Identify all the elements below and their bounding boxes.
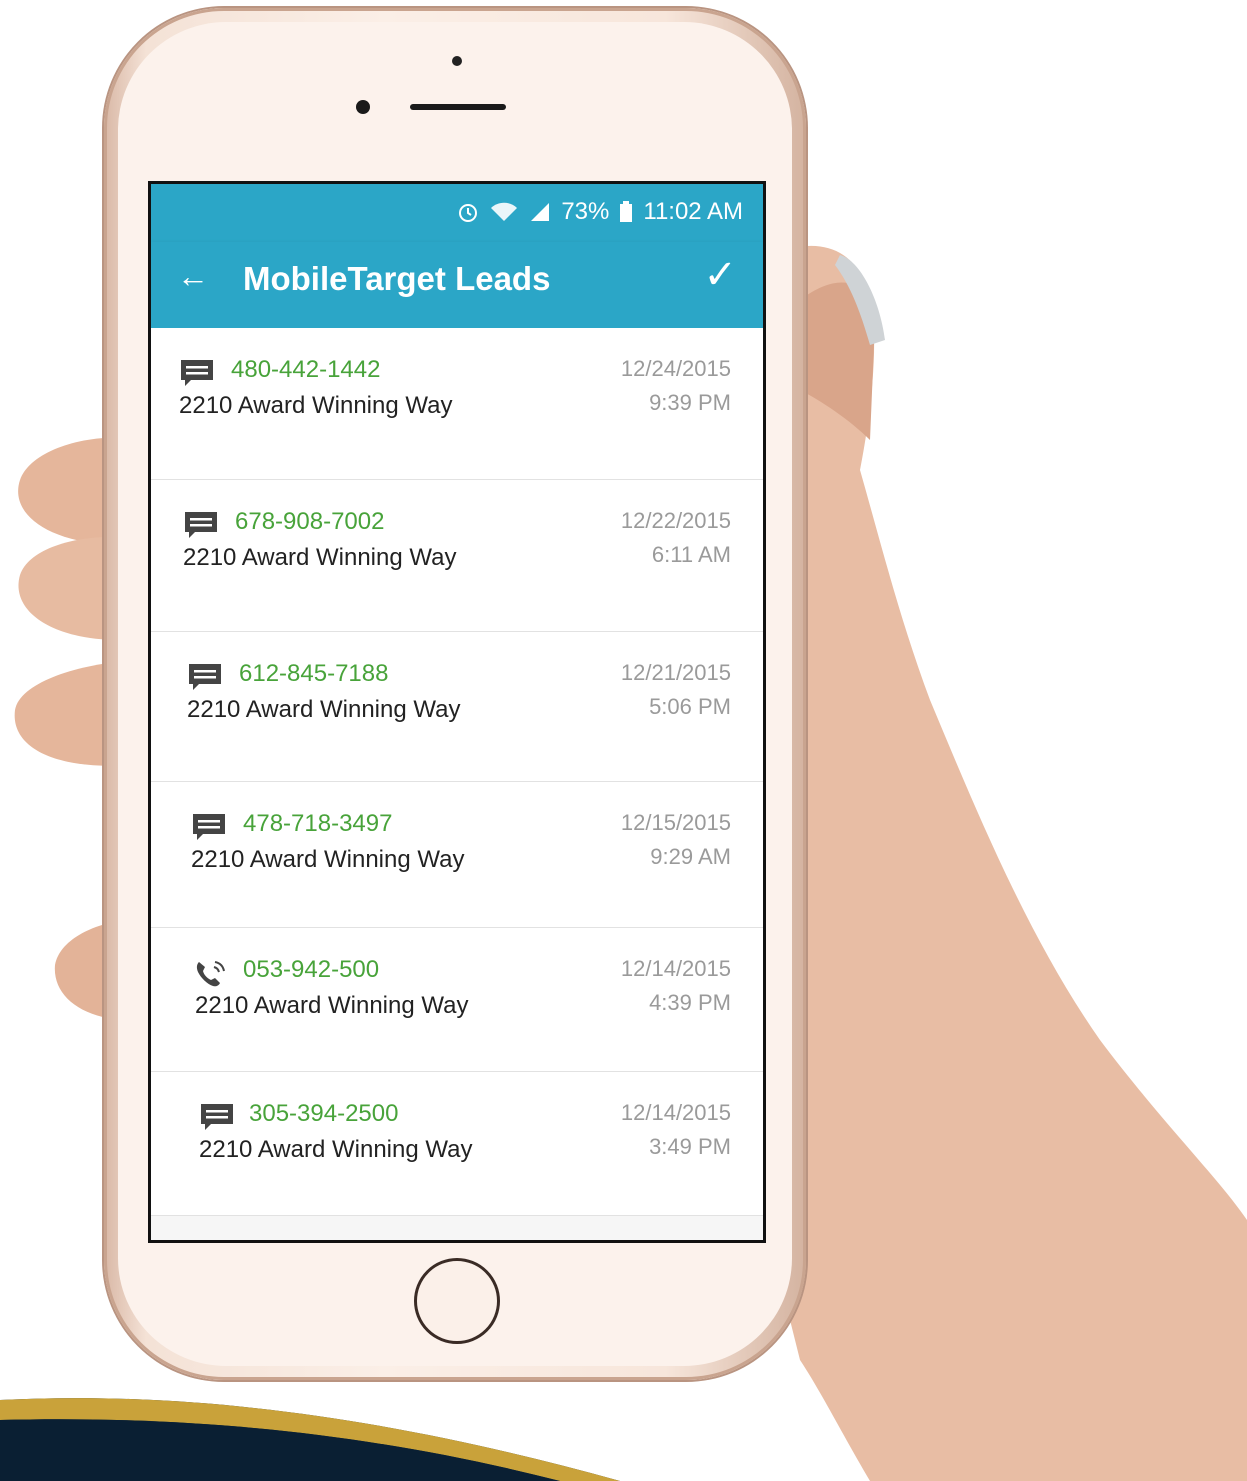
app-bar: ← MobileTarget Leads ✓ bbox=[151, 242, 763, 328]
lead-date: 12/14/2015 bbox=[620, 1100, 731, 1125]
message-icon bbox=[185, 512, 217, 538]
lead-date: 12/22/2015 bbox=[620, 508, 731, 533]
alarm-icon bbox=[459, 204, 478, 222]
lead-address: 2210 Award Winning Way bbox=[183, 544, 457, 571]
lead-phone[interactable]: 478-718-3497 bbox=[243, 810, 392, 838]
lead-time: 3:49 PM bbox=[649, 1134, 731, 1159]
lead-phone[interactable]: 480-442-1442 bbox=[231, 356, 380, 384]
wifi-icon bbox=[491, 202, 518, 221]
lead-time: 9:29 AM bbox=[650, 844, 731, 869]
lead-row[interactable]: 480-442-1442 2210 Award Winning Way 12/2… bbox=[151, 328, 763, 480]
lead-row[interactable]: 478-718-3497 2210 Award Winning Way 12/1… bbox=[151, 782, 763, 928]
leads-list: 480-442-1442 2210 Award Winning Way 12/2… bbox=[151, 328, 763, 1240]
lead-date: 12/21/2015 bbox=[620, 660, 731, 685]
lead-row[interactable]: 678-908-7002 2210 Award Winning Way 12/2… bbox=[151, 480, 763, 632]
lead-row[interactable]: 305-394-2500 2210 Award Winning Way 12/1… bbox=[151, 1072, 763, 1216]
lead-time: 9:39 PM bbox=[649, 390, 731, 415]
lead-address: 2210 Award Winning Way bbox=[179, 392, 453, 419]
lead-phone[interactable]: 612-845-7188 bbox=[239, 660, 388, 688]
message-icon bbox=[181, 360, 213, 386]
status-bar: 73% 11:02 AM bbox=[151, 184, 763, 242]
checkmark-icon[interactable]: ✓ bbox=[703, 252, 737, 298]
lead-address: 2210 Award Winning Way bbox=[187, 696, 461, 723]
clock: 11:02 AM bbox=[643, 198, 743, 225]
lead-time: 6:11 AM bbox=[651, 542, 731, 567]
battery-percent: 73% bbox=[561, 198, 610, 225]
back-arrow-icon[interactable]: ← bbox=[177, 258, 209, 295]
home-button[interactable] bbox=[414, 1258, 500, 1344]
lead-phone[interactable]: 678-908-7002 bbox=[235, 508, 384, 536]
lead-time: 5:06 PM bbox=[649, 694, 731, 719]
lead-address: 2210 Award Winning Way bbox=[191, 846, 465, 873]
proximity-sensor bbox=[452, 56, 462, 66]
page-title: MobileTarget Leads bbox=[243, 260, 551, 297]
earpiece-speaker bbox=[410, 104, 506, 110]
message-icon bbox=[193, 814, 225, 840]
status-indicators: 73% 11:02 AM bbox=[457, 198, 743, 226]
decorative-swoosh bbox=[0, 1398, 620, 1481]
phone-screen: 73% 11:02 AM ← MobileTarget Leads ✓ 480-… bbox=[148, 181, 766, 1243]
lead-date: 12/14/2015 bbox=[620, 956, 731, 981]
phone-call-icon bbox=[196, 961, 225, 987]
lead-phone[interactable]: 053-942-500 bbox=[243, 956, 379, 984]
message-icon bbox=[201, 1104, 233, 1130]
message-icon bbox=[189, 664, 221, 690]
front-camera bbox=[356, 100, 370, 114]
lead-address: 2210 Award Winning Way bbox=[199, 1136, 473, 1163]
lead-row[interactable]: 612-845-7188 2210 Award Winning Way 12/2… bbox=[151, 632, 763, 782]
lead-phone[interactable]: 305-394-2500 bbox=[249, 1100, 398, 1128]
signal-icon bbox=[531, 203, 550, 221]
lead-date: 12/15/2015 bbox=[620, 810, 731, 835]
lead-date: 12/24/2015 bbox=[620, 356, 731, 381]
battery-icon bbox=[620, 201, 633, 222]
lead-time: 4:39 PM bbox=[649, 990, 731, 1015]
lead-address: 2210 Award Winning Way bbox=[195, 992, 469, 1019]
lead-row[interactable]: 053-942-500 2210 Award Winning Way 12/14… bbox=[151, 928, 763, 1072]
